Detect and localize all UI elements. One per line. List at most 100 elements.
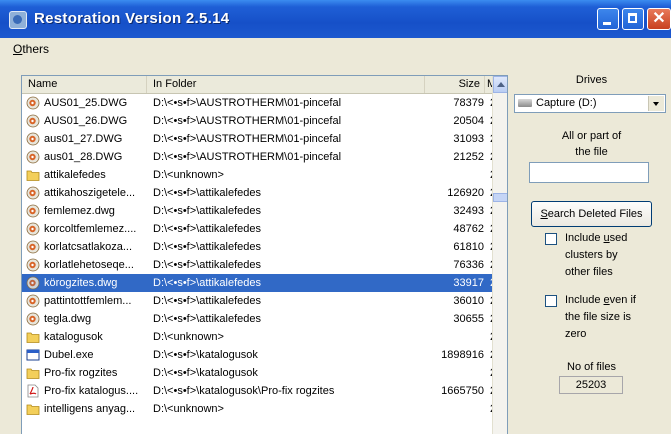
cell-name: aus01_27.DWG: [44, 133, 123, 145]
restoration-app-icon: [9, 11, 27, 29]
folder-icon: [26, 330, 40, 344]
table-row[interactable]: pattintottfemlem... D:\<•s•f>\attikalefed…: [22, 292, 507, 310]
column-header-folder[interactable]: In Folder: [147, 76, 425, 93]
dwg-file-icon: [26, 240, 40, 254]
scroll-up-icon[interactable]: [493, 76, 507, 93]
cell-folder: D:\<•s•f>\AUSTROTHERM\01-pincefal: [153, 97, 342, 109]
cell-folder: D:\<•s•f>\attikalefedes: [153, 187, 261, 199]
option2-post: ven if: [609, 294, 636, 306]
cell-size: 31093: [453, 133, 484, 145]
table-row[interactable]: aus01_28.DWG D:\<•s•f>\AUSTROTHERM\01-pin…: [22, 148, 507, 166]
cell-size: [422, 328, 484, 346]
table-row[interactable]: Dubel.exeD:\<•s•f>\katalogusok1898916200…: [22, 346, 507, 364]
vertical-scrollbar[interactable]: [492, 76, 507, 434]
include-used-clusters-checkbox[interactable]: [545, 233, 557, 245]
cell-size: 48762: [453, 223, 484, 235]
folder-icon: [26, 168, 40, 182]
option1-line2: clusters by: [565, 249, 618, 261]
title-bar[interactable]: Restoration Version 2.5.14 ✕: [0, 0, 671, 38]
column-header-size[interactable]: Size: [425, 76, 485, 93]
cell-folder: D:\<•s•f>\attikalefedes: [153, 223, 261, 235]
column-header-name[interactable]: Name: [22, 76, 147, 93]
folder-icon: [26, 366, 40, 380]
table-row[interactable]: attikahoszigetele... D:\<•s•f>\attikalefe…: [22, 184, 507, 202]
table-row[interactable]: korlatlehetoseqe... D:\<•s•f>\attikalefed…: [22, 256, 507, 274]
menu-bar: Others: [0, 38, 671, 60]
include-used-clusters-label[interactable]: Include used: [565, 230, 627, 246]
dwg-file-icon: [26, 204, 40, 218]
table-row[interactable]: tegla.dwgD:\<•s•f>\attikalefedes30655200…: [22, 310, 507, 328]
cell-size: 32493: [453, 205, 484, 217]
search-button-label: earch Deleted Files: [547, 208, 643, 220]
cell-name: attikahoszigetele...: [44, 187, 136, 199]
pdf-file-icon: [26, 384, 40, 398]
drive-icon: [518, 99, 532, 107]
cell-name: femlemez.dwg: [44, 205, 115, 217]
chevron-down-icon[interactable]: [648, 96, 664, 111]
dwg-file-icon: [26, 150, 40, 164]
folder-icon: [26, 402, 40, 416]
cell-name: Dubel.exe: [44, 349, 94, 361]
files-count-label: No of files: [567, 361, 616, 373]
cell-folder: D:\<•s•f>\attikalefedes: [153, 277, 261, 289]
cell-folder: D:\<unknown>: [153, 331, 224, 343]
scroll-thumb[interactable]: [493, 193, 507, 202]
option2-line3: zero: [565, 328, 587, 340]
cell-folder: D:\<•s•f>\katalogusok: [153, 367, 258, 379]
table-row[interactable]: AUS01_25.DWG D:\<•s•f>\AUSTROTHERM\01-pin…: [22, 94, 507, 112]
table-row[interactable]: Pro-fix katalogus.... D:\<•s•f>\katalogus…: [22, 382, 507, 400]
cell-size: 1898916: [441, 349, 484, 361]
cell-size: 30655: [453, 313, 484, 325]
cell-folder: D:\<•s•f>\attikalefedes: [153, 259, 261, 271]
search-label-line1: All or part of: [561, 130, 622, 142]
cell-folder: D:\<•s•f>\attikalefedes: [153, 313, 261, 325]
option2-pre: Include: [565, 294, 604, 306]
cell-name: korcoltfemlemez....: [44, 223, 137, 235]
cell-size: 61810: [453, 241, 484, 253]
table-row[interactable]: Pro-fix rogzitesD:\<•s•f>\katalogusok200…: [22, 364, 507, 382]
maximize-icon[interactable]: [622, 8, 644, 30]
dwg-file-icon: [26, 276, 40, 290]
option1-pre: Include: [565, 232, 604, 244]
restoration-window: Restoration Version 2.5.14 ✕ Others Name…: [0, 0, 671, 434]
table-row[interactable]: femlemez.dwg D:\<•s•f>\attikalefedes 32493…: [22, 202, 507, 220]
cell-folder: D:\<•s•f>\AUSTROTHERM\01-pincefal: [153, 151, 342, 163]
cell-folder: D:\<•s•f>\AUSTROTHERM\01-pincefal: [153, 115, 342, 127]
drive-select[interactable]: Capture (D:): [514, 94, 666, 113]
drives-label: Drives: [575, 74, 608, 86]
cell-name: Pro-fix katalogus....: [44, 385, 139, 397]
table-row[interactable]: katalogusokD:\<unknown>200!: [22, 328, 507, 346]
include-zero-size-label[interactable]: Include even if: [565, 292, 636, 308]
table-row[interactable]: AUS01_26.DWG D:\<•s•f>\AUSTROTHERM\01-pin…: [22, 112, 507, 130]
include-zero-size-checkbox[interactable]: [545, 295, 557, 307]
cell-folder: D:\<unknown>: [153, 403, 224, 415]
cell-folder: D:\<unknown>: [153, 169, 224, 181]
table-row[interactable]: intelligens anyag...D:\<unknown>200!: [22, 400, 507, 418]
file-list[interactable]: Name In Folder Size Moc AUS01_25.DWG D:\<…: [21, 75, 508, 434]
cell-name: AUS01_25.DWG: [44, 97, 128, 109]
cell-folder: D:\<•s•f>\AUSTROTHERM\01-pincefal: [153, 133, 342, 145]
dwg-file-icon: [26, 114, 40, 128]
cell-size: 20504: [453, 115, 484, 127]
close-button[interactable]: ✕: [647, 8, 671, 30]
exe-file-icon: [26, 348, 40, 362]
dwg-file-icon: [26, 186, 40, 200]
table-row[interactable]: körogzites.dwg D:\<•s•f>\attikalefedes 339…: [22, 274, 507, 292]
dwg-file-icon: [26, 258, 40, 272]
dwg-file-icon: [26, 294, 40, 308]
search-deleted-files-button[interactable]: Search Deleted Files: [531, 201, 652, 227]
cell-size: 21252: [453, 151, 484, 163]
table-row[interactable]: aus01_27.DWG D:\<•s•f>\AUSTROTHERM\01-pin…: [22, 130, 507, 148]
dwg-file-icon: [26, 132, 40, 146]
option1-line3: other files: [565, 266, 613, 278]
cell-folder: D:\<•s•f>\attikalefedes: [153, 241, 261, 253]
minimize-icon[interactable]: [597, 8, 619, 30]
window-title: Restoration Version 2.5.14: [34, 10, 230, 27]
table-row[interactable]: korcoltfemlemez.... D:\<•s•f>\attikalefed…: [22, 220, 507, 238]
table-row[interactable]: attikalefedesD:\<unknown>200!: [22, 166, 507, 184]
table-row[interactable]: korlatcsatlakoza... D:\<•s•f>\attikalefed…: [22, 238, 507, 256]
filename-search-input[interactable]: [529, 162, 649, 183]
menu-others[interactable]: Others: [13, 42, 49, 56]
cell-name: attikalefedes: [44, 169, 106, 181]
option1-post: sed: [609, 232, 628, 244]
